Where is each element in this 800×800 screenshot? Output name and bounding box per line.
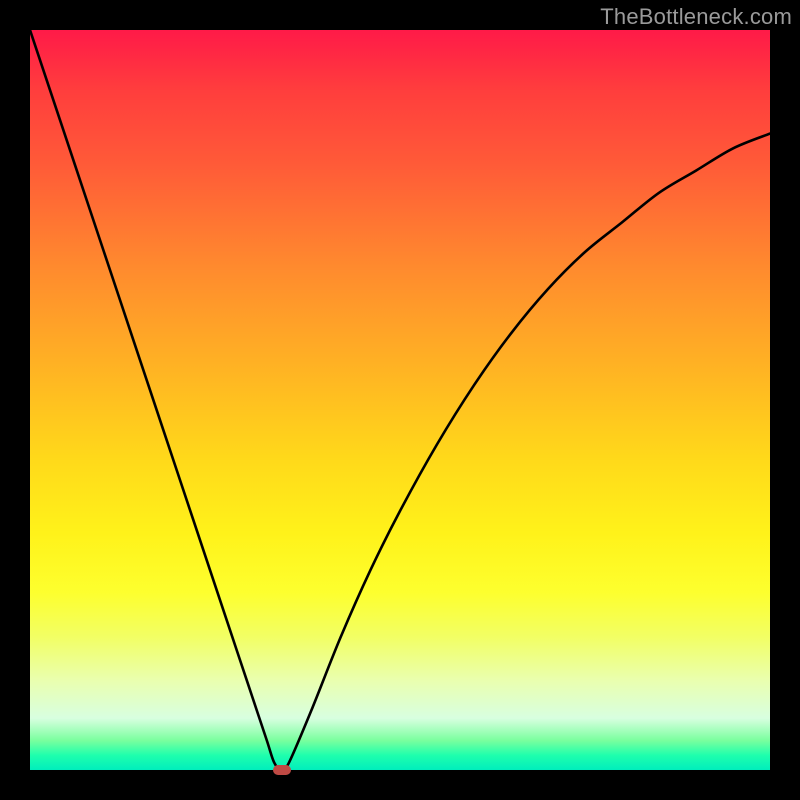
chart-frame: TheBottleneck.com [0, 0, 800, 800]
watermark-text: TheBottleneck.com [600, 4, 792, 30]
bottleneck-curve [30, 30, 770, 770]
plot-area [30, 30, 770, 770]
minimum-marker [273, 765, 291, 775]
